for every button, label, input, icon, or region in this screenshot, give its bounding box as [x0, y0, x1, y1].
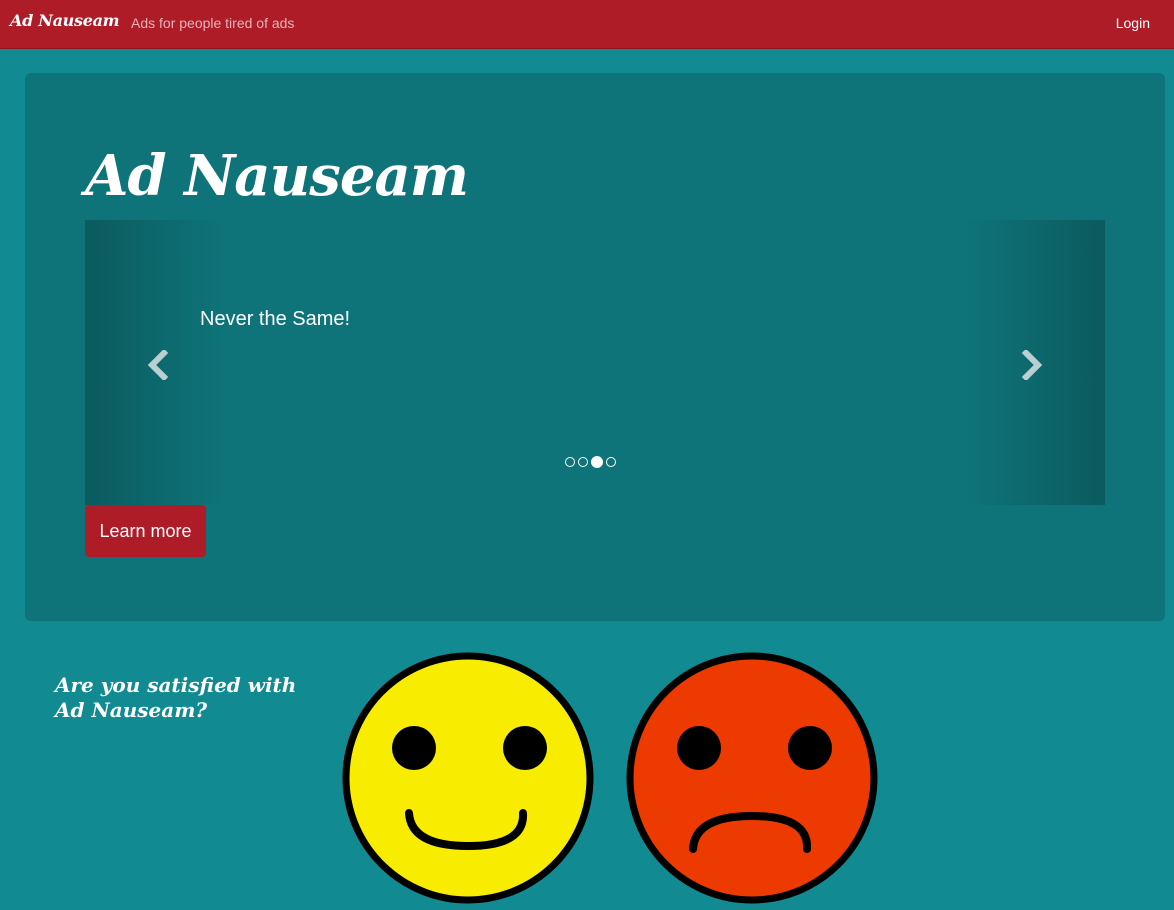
hero-title: Ad Nauseam — [85, 143, 469, 209]
carousel-indicator-dot[interactable] — [591, 456, 603, 468]
carousel-indicator-dot[interactable] — [578, 457, 588, 467]
navbar: Ad Nauseam Ads for people tired of ads L… — [0, 0, 1174, 49]
sad-face-icon[interactable] — [625, 651, 879, 905]
carousel-prev-button[interactable] — [85, 220, 225, 505]
happy-face-icon[interactable] — [341, 651, 595, 905]
tagline: Ads for people tired of ads — [131, 15, 295, 31]
login-link[interactable]: Login — [1116, 15, 1150, 31]
carousel-next-button[interactable] — [965, 220, 1105, 505]
carousel-indicator-dot[interactable] — [565, 457, 575, 467]
carousel: Never the Same! — [85, 220, 1105, 505]
carousel-indicators — [565, 456, 616, 468]
satisfaction-question: Are you satisfied with Ad Nauseam? — [55, 673, 297, 722]
chevron-right-icon — [1021, 350, 1043, 380]
learn-more-button[interactable]: Learn more — [85, 505, 206, 557]
carousel-indicator-dot[interactable] — [606, 457, 616, 467]
chevron-left-icon — [147, 350, 169, 380]
brand-logo[interactable]: Ad Nauseam — [10, 11, 120, 30]
hero-jumbotron: Ad Nauseam Never the Same! Learn more — [25, 73, 1165, 621]
